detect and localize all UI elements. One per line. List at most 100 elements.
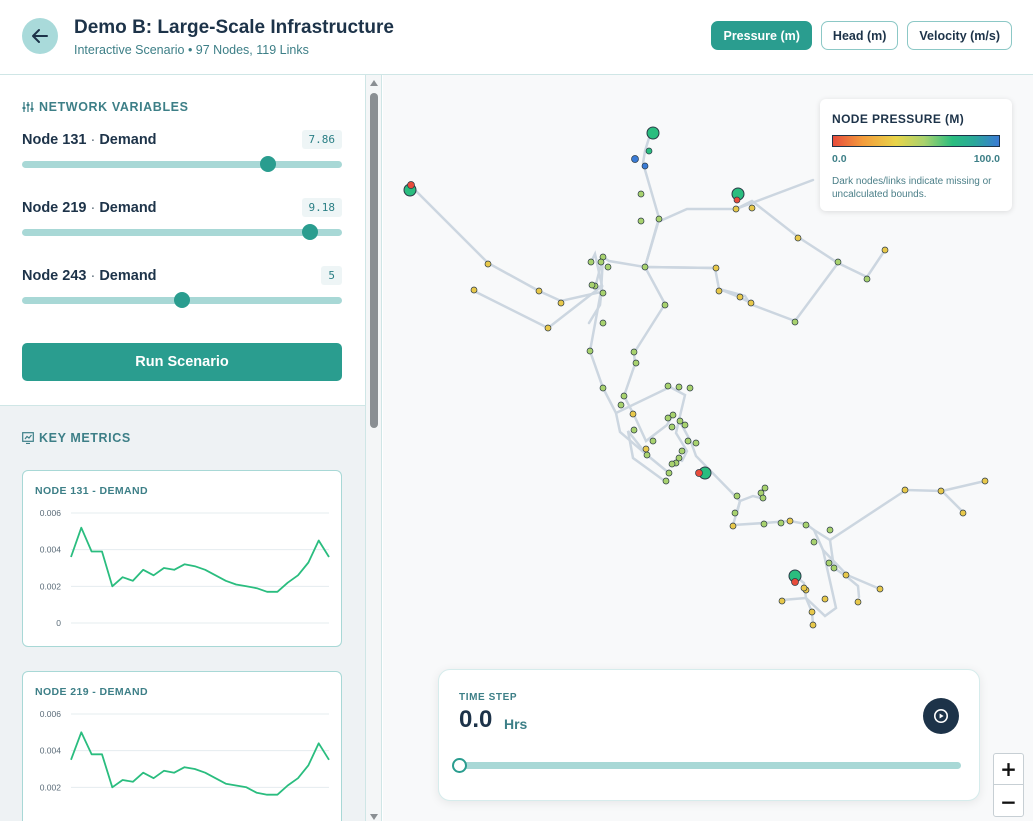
junction-node[interactable] bbox=[732, 205, 740, 213]
junction-node[interactable] bbox=[597, 258, 605, 266]
junction-node[interactable] bbox=[759, 494, 767, 502]
junction-node[interactable] bbox=[810, 538, 818, 546]
junction-node[interactable] bbox=[637, 217, 645, 225]
tab-pressure[interactable]: Pressure (m) bbox=[711, 21, 812, 50]
junction-node[interactable] bbox=[748, 204, 756, 212]
junction-node[interactable] bbox=[484, 260, 492, 268]
demand-slider-track[interactable] bbox=[22, 161, 342, 168]
demand-slider-thumb[interactable] bbox=[174, 292, 190, 308]
junction-node[interactable] bbox=[630, 426, 638, 434]
junction-node[interactable] bbox=[733, 196, 741, 204]
junction-node[interactable] bbox=[959, 509, 967, 517]
junction-node[interactable] bbox=[729, 522, 737, 530]
junction-node[interactable] bbox=[808, 608, 816, 616]
demand-slider-track[interactable] bbox=[22, 229, 342, 236]
junction-node[interactable] bbox=[675, 383, 683, 391]
junction-node[interactable] bbox=[668, 460, 676, 468]
scrollbar-thumb[interactable] bbox=[370, 93, 378, 428]
junction-node[interactable] bbox=[686, 384, 694, 392]
junction-node[interactable] bbox=[731, 509, 739, 517]
junction-node[interactable] bbox=[620, 392, 628, 400]
junction-node[interactable] bbox=[778, 597, 786, 605]
scroll-up-arrow[interactable] bbox=[370, 80, 378, 86]
junction-node[interactable] bbox=[649, 437, 657, 445]
junction-node[interactable] bbox=[641, 263, 649, 271]
junction-node[interactable] bbox=[678, 447, 686, 455]
junction-node[interactable] bbox=[544, 324, 552, 332]
demand-slider-thumb[interactable] bbox=[260, 156, 277, 172]
zoom-out-button[interactable]: − bbox=[994, 786, 1023, 817]
junction-node[interactable] bbox=[665, 469, 673, 477]
junction-node[interactable] bbox=[760, 520, 768, 528]
junction-node[interactable] bbox=[470, 286, 478, 294]
play-button[interactable] bbox=[923, 698, 959, 734]
junction-node[interactable] bbox=[629, 410, 637, 418]
junction-node[interactable] bbox=[863, 275, 871, 283]
sidebar-scrollbar[interactable] bbox=[366, 75, 382, 821]
junction-node[interactable] bbox=[881, 246, 889, 254]
junction-node[interactable] bbox=[842, 571, 850, 579]
junction-node[interactable] bbox=[599, 384, 607, 392]
junction-node[interactable] bbox=[733, 492, 741, 500]
junction-node[interactable] bbox=[825, 559, 833, 567]
junction-node[interactable] bbox=[587, 258, 595, 266]
junction-node[interactable] bbox=[535, 287, 543, 295]
junction-node[interactable] bbox=[821, 595, 829, 603]
junction-node[interactable] bbox=[786, 517, 794, 525]
junction-node[interactable] bbox=[715, 287, 723, 295]
junction-node[interactable] bbox=[876, 585, 884, 593]
junction-node[interactable] bbox=[830, 564, 838, 572]
junction-node[interactable] bbox=[643, 451, 651, 459]
junction-node[interactable] bbox=[637, 190, 645, 198]
demand-slider-thumb[interactable] bbox=[302, 224, 318, 240]
junction-node[interactable] bbox=[937, 487, 945, 495]
junction-node[interactable] bbox=[604, 263, 612, 271]
junction-node[interactable] bbox=[631, 155, 639, 163]
junction-node[interactable] bbox=[641, 162, 649, 170]
zoom-in-button[interactable]: + bbox=[994, 754, 1023, 785]
junction-node[interactable] bbox=[645, 147, 653, 155]
junction-node[interactable] bbox=[834, 258, 842, 266]
junction-node[interactable] bbox=[712, 264, 720, 272]
tab-velocity[interactable]: Velocity (m/s) bbox=[907, 21, 1012, 50]
junction-node[interactable] bbox=[761, 484, 769, 492]
junction-node[interactable] bbox=[676, 417, 684, 425]
junction-node[interactable] bbox=[736, 293, 744, 301]
junction-node[interactable] bbox=[630, 348, 638, 356]
tab-head[interactable]: Head (m) bbox=[820, 21, 899, 50]
junction-node[interactable] bbox=[655, 215, 663, 223]
time-step-slider-track[interactable] bbox=[459, 762, 961, 769]
junction-node[interactable] bbox=[695, 469, 703, 477]
reservoir-node[interactable] bbox=[646, 126, 660, 140]
junction-node[interactable] bbox=[681, 421, 689, 429]
junction-node[interactable] bbox=[981, 477, 989, 485]
junction-node[interactable] bbox=[599, 289, 607, 297]
junction-node[interactable] bbox=[642, 445, 650, 453]
time-step-slider-thumb[interactable] bbox=[452, 758, 467, 773]
junction-node[interactable] bbox=[794, 234, 802, 242]
junction-node[interactable] bbox=[791, 578, 799, 586]
junction-node[interactable] bbox=[826, 526, 834, 534]
junction-node[interactable] bbox=[800, 584, 808, 592]
junction-node[interactable] bbox=[407, 181, 415, 189]
junction-node[interactable] bbox=[588, 281, 596, 289]
junction-node[interactable] bbox=[661, 301, 669, 309]
junction-node[interactable] bbox=[669, 411, 677, 419]
run-scenario-button[interactable]: Run Scenario bbox=[22, 343, 342, 381]
junction-node[interactable] bbox=[809, 621, 817, 629]
junction-node[interactable] bbox=[777, 519, 785, 527]
junction-node[interactable] bbox=[586, 347, 594, 355]
junction-node[interactable] bbox=[747, 299, 755, 307]
junction-node[interactable] bbox=[617, 401, 625, 409]
junction-node[interactable] bbox=[901, 486, 909, 494]
back-button[interactable] bbox=[22, 18, 58, 54]
junction-node[interactable] bbox=[662, 477, 670, 485]
junction-node[interactable] bbox=[692, 439, 700, 447]
junction-node[interactable] bbox=[664, 382, 672, 390]
junction-node[interactable] bbox=[854, 598, 862, 606]
junction-node[interactable] bbox=[557, 299, 565, 307]
junction-node[interactable] bbox=[802, 521, 810, 529]
junction-node[interactable] bbox=[632, 359, 640, 367]
junction-node[interactable] bbox=[668, 423, 676, 431]
junction-node[interactable] bbox=[599, 319, 607, 327]
